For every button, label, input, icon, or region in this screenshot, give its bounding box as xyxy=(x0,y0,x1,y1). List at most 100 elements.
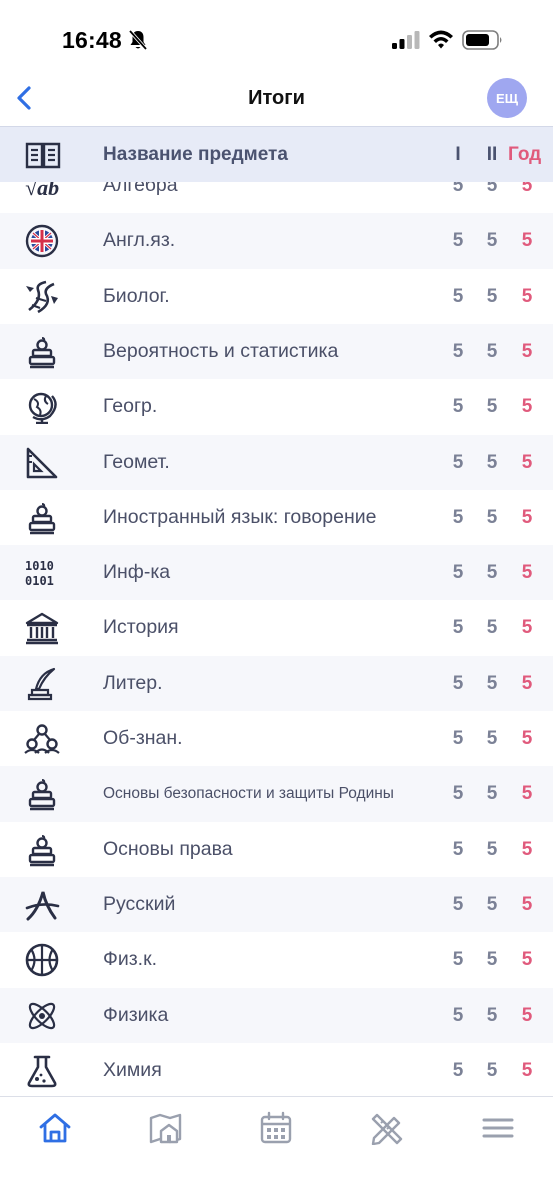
grade-term-2[interactable]: 5 xyxy=(482,656,502,711)
books-apple-icon xyxy=(28,779,56,811)
column-header-term-1[interactable]: I xyxy=(452,144,464,166)
grade-year[interactable]: 5 xyxy=(517,269,537,324)
column-header-term-2[interactable]: II xyxy=(484,144,500,166)
grade-term-2[interactable]: 5 xyxy=(482,269,502,324)
subject-name: Инф-ка xyxy=(103,561,171,584)
table-row[interactable]: Иностранный язык: говорение 5 5 5 xyxy=(0,490,553,545)
grade-term-1[interactable]: 5 xyxy=(448,324,468,379)
grade-year[interactable]: 5 xyxy=(517,182,537,213)
table-row[interactable]: Русский 5 5 5 xyxy=(0,876,553,933)
subject-name: История xyxy=(103,616,179,639)
grade-term-2[interactable]: 5 xyxy=(482,490,502,545)
avatar[interactable]: ЕЩ xyxy=(487,78,527,118)
bell-off-icon xyxy=(128,29,148,51)
menu-icon[interactable] xyxy=(480,1111,516,1145)
table-row[interactable]: Геомет. 5 5 5 xyxy=(0,434,553,490)
grade-term-1[interactable]: 5 xyxy=(448,822,468,877)
table-row[interactable]: Биолог. 5 5 5 xyxy=(0,269,553,324)
table-row[interactable]: Геогр. 5 5 5 xyxy=(0,379,553,434)
grade-term-1[interactable]: 5 xyxy=(448,932,468,987)
flask-icon xyxy=(27,1055,57,1088)
grade-term-2[interactable]: 5 xyxy=(482,988,502,1043)
table-row[interactable]: √ab Алгебра 5 5 5 xyxy=(0,182,553,213)
grade-year[interactable]: 5 xyxy=(517,988,537,1043)
grade-year[interactable]: 5 xyxy=(517,1043,537,1096)
grade-year[interactable]: 5 xyxy=(517,877,537,932)
grade-term-1[interactable]: 5 xyxy=(448,1043,468,1096)
subject-name: Геогр. xyxy=(103,395,158,418)
table-row[interactable]: Англ.яз. 5 5 5 xyxy=(0,213,553,269)
triangle-ruler-icon xyxy=(26,447,58,478)
grade-term-1[interactable]: 5 xyxy=(448,545,468,600)
table-row[interactable]: Основы права 5 5 5 xyxy=(0,822,553,877)
grade-term-2[interactable]: 5 xyxy=(482,182,502,213)
subject-name: Вероятность и статистика xyxy=(103,339,339,362)
table-row[interactable]: Физ.к. 5 5 5 xyxy=(0,932,553,987)
grade-year[interactable]: 5 xyxy=(517,213,537,268)
grade-term-2[interactable]: 5 xyxy=(482,1043,502,1096)
grade-year[interactable]: 5 xyxy=(517,656,537,711)
battery-icon xyxy=(462,30,502,50)
svg-text:0101: 0101 xyxy=(25,574,54,588)
subject-name: Геомет. xyxy=(103,450,170,473)
grade-term-2[interactable]: 5 xyxy=(482,213,502,268)
grade-term-1[interactable]: 5 xyxy=(448,213,468,268)
grade-year[interactable]: 5 xyxy=(517,600,537,655)
subject-name: Русский xyxy=(103,892,176,915)
grade-term-1[interactable]: 5 xyxy=(448,182,468,213)
museum-icon xyxy=(25,613,59,645)
map-home-icon[interactable] xyxy=(148,1111,184,1145)
table-row[interactable]: Вероятность и статистика 5 5 5 xyxy=(0,323,553,380)
grade-term-2[interactable]: 5 xyxy=(482,766,502,821)
grade-year[interactable]: 5 xyxy=(517,932,537,987)
grade-year[interactable]: 5 xyxy=(517,766,537,821)
subject-name: Литер. xyxy=(103,671,163,694)
table-row[interactable]: Физика 5 5 5 xyxy=(0,987,553,1043)
grade-term-1[interactable]: 5 xyxy=(448,600,468,655)
algebra-icon: √ab xyxy=(25,182,59,200)
grade-term-1[interactable]: 5 xyxy=(448,435,468,490)
grades-list[interactable]: √ab Алгебра 5 5 5 Англ.яз. 5 5 5 Биолог. 5 5 5 Вер… xyxy=(0,182,553,1096)
grade-term-1[interactable]: 5 xyxy=(448,988,468,1043)
subject-name: Физ.к. xyxy=(103,948,158,971)
table-row[interactable]: 1010 0101 Инф-ка 5 5 5 xyxy=(0,545,553,601)
books-apple-icon xyxy=(28,502,56,534)
grade-term-2[interactable]: 5 xyxy=(482,435,502,490)
grade-term-2[interactable]: 5 xyxy=(482,711,502,766)
grade-year[interactable]: 5 xyxy=(517,324,537,379)
table-row[interactable]: Об-знан. 5 5 5 xyxy=(0,711,553,766)
grade-term-1[interactable]: 5 xyxy=(448,766,468,821)
table-row[interactable]: Химия 5 5 5 xyxy=(0,1043,553,1096)
home-icon[interactable] xyxy=(37,1111,73,1145)
grade-year[interactable]: 5 xyxy=(517,379,537,434)
grade-term-2[interactable]: 5 xyxy=(482,545,502,600)
table-row[interactable]: История 5 5 5 xyxy=(0,600,553,655)
column-header-subject[interactable]: Название предмета xyxy=(103,144,288,166)
grade-term-2[interactable]: 5 xyxy=(482,324,502,379)
grade-year[interactable]: 5 xyxy=(517,435,537,490)
svg-text:1010: 1010 xyxy=(25,559,54,573)
grade-term-1[interactable]: 5 xyxy=(448,269,468,324)
grade-term-1[interactable]: 5 xyxy=(448,877,468,932)
grade-year[interactable]: 5 xyxy=(517,822,537,877)
grade-term-1[interactable]: 5 xyxy=(448,490,468,545)
pencil-ruler-icon[interactable] xyxy=(369,1111,405,1145)
column-header-year[interactable]: Год xyxy=(508,144,541,166)
grade-term-2[interactable]: 5 xyxy=(482,600,502,655)
grade-year[interactable]: 5 xyxy=(517,711,537,766)
calligraphy-a-icon xyxy=(25,891,60,921)
grade-term-1[interactable]: 5 xyxy=(448,656,468,711)
grade-term-2[interactable]: 5 xyxy=(482,932,502,987)
grade-term-2[interactable]: 5 xyxy=(482,379,502,434)
grade-term-1[interactable]: 5 xyxy=(448,379,468,434)
grade-term-1[interactable]: 5 xyxy=(448,711,468,766)
grade-year[interactable]: 5 xyxy=(517,545,537,600)
grade-term-2[interactable]: 5 xyxy=(482,822,502,877)
table-row[interactable]: Литер. 5 5 5 xyxy=(0,655,553,711)
calendar-icon[interactable] xyxy=(258,1111,294,1145)
subject-name: Физика xyxy=(103,1003,169,1026)
globe-icon xyxy=(28,392,57,425)
grade-year[interactable]: 5 xyxy=(517,490,537,545)
grade-term-2[interactable]: 5 xyxy=(482,877,502,932)
table-row[interactable]: Основы безопасности и защиты Родины 5 5 5 xyxy=(0,766,553,822)
